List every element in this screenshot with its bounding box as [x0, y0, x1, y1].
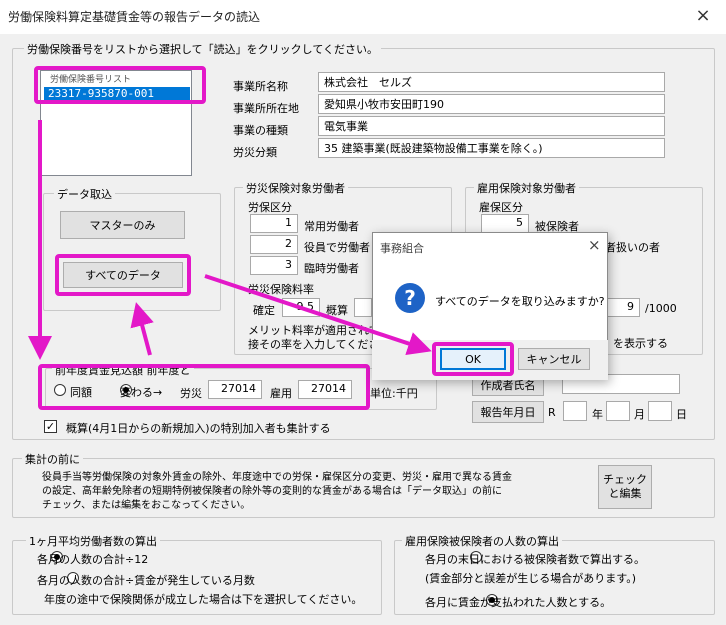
annotation-arrows	[28, 120, 432, 360]
arrow-to-all-data	[130, 302, 154, 356]
arrow-all-data-to-ok	[204, 274, 432, 356]
